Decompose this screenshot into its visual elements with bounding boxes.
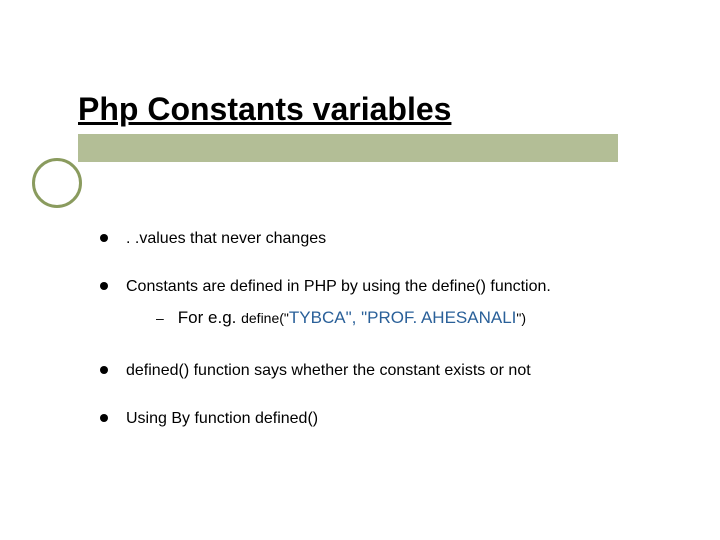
slide-title: Php Constants variables — [78, 91, 451, 127]
define-args: TYBCA", "PROF. AHESANALI — [289, 308, 516, 327]
define-open: define( — [241, 310, 284, 326]
bullet-text: defined() function says whether the cons… — [126, 360, 660, 382]
title-underline-bar — [78, 134, 618, 162]
bullet-text: Using By function defined() — [126, 408, 660, 430]
bullet-icon — [100, 282, 108, 290]
sub-bullet-text: For e.g. define("TYBCA", "PROF. AHESANAL… — [178, 307, 660, 330]
dash-icon: – — [156, 309, 164, 328]
list-item: Using By function defined() — [100, 408, 660, 430]
list-item: Constants are defined in PHP by using th… — [100, 276, 660, 331]
bullet-text: . .values that never changes — [126, 228, 660, 250]
title-block: Php Constants variables — [78, 92, 638, 127]
accent-circle-icon — [32, 158, 82, 208]
bullet-line: Constants are defined in PHP by using th… — [126, 278, 551, 295]
sub-prefix: For e.g. — [178, 308, 241, 327]
bullet-icon — [100, 366, 108, 374]
bullet-text: Constants are defined in PHP by using th… — [126, 276, 660, 331]
slide: Php Constants variables . .values that n… — [0, 0, 720, 540]
list-item: . .values that never changes — [100, 228, 660, 250]
body-content: . .values that never changes Constants a… — [100, 228, 660, 429]
define-close: ) — [521, 310, 526, 326]
bullet-icon — [100, 414, 108, 422]
sub-list-item: – For e.g. define("TYBCA", "PROF. AHESAN… — [156, 307, 660, 330]
list-item: defined() function says whether the cons… — [100, 360, 660, 382]
bullet-icon — [100, 234, 108, 242]
